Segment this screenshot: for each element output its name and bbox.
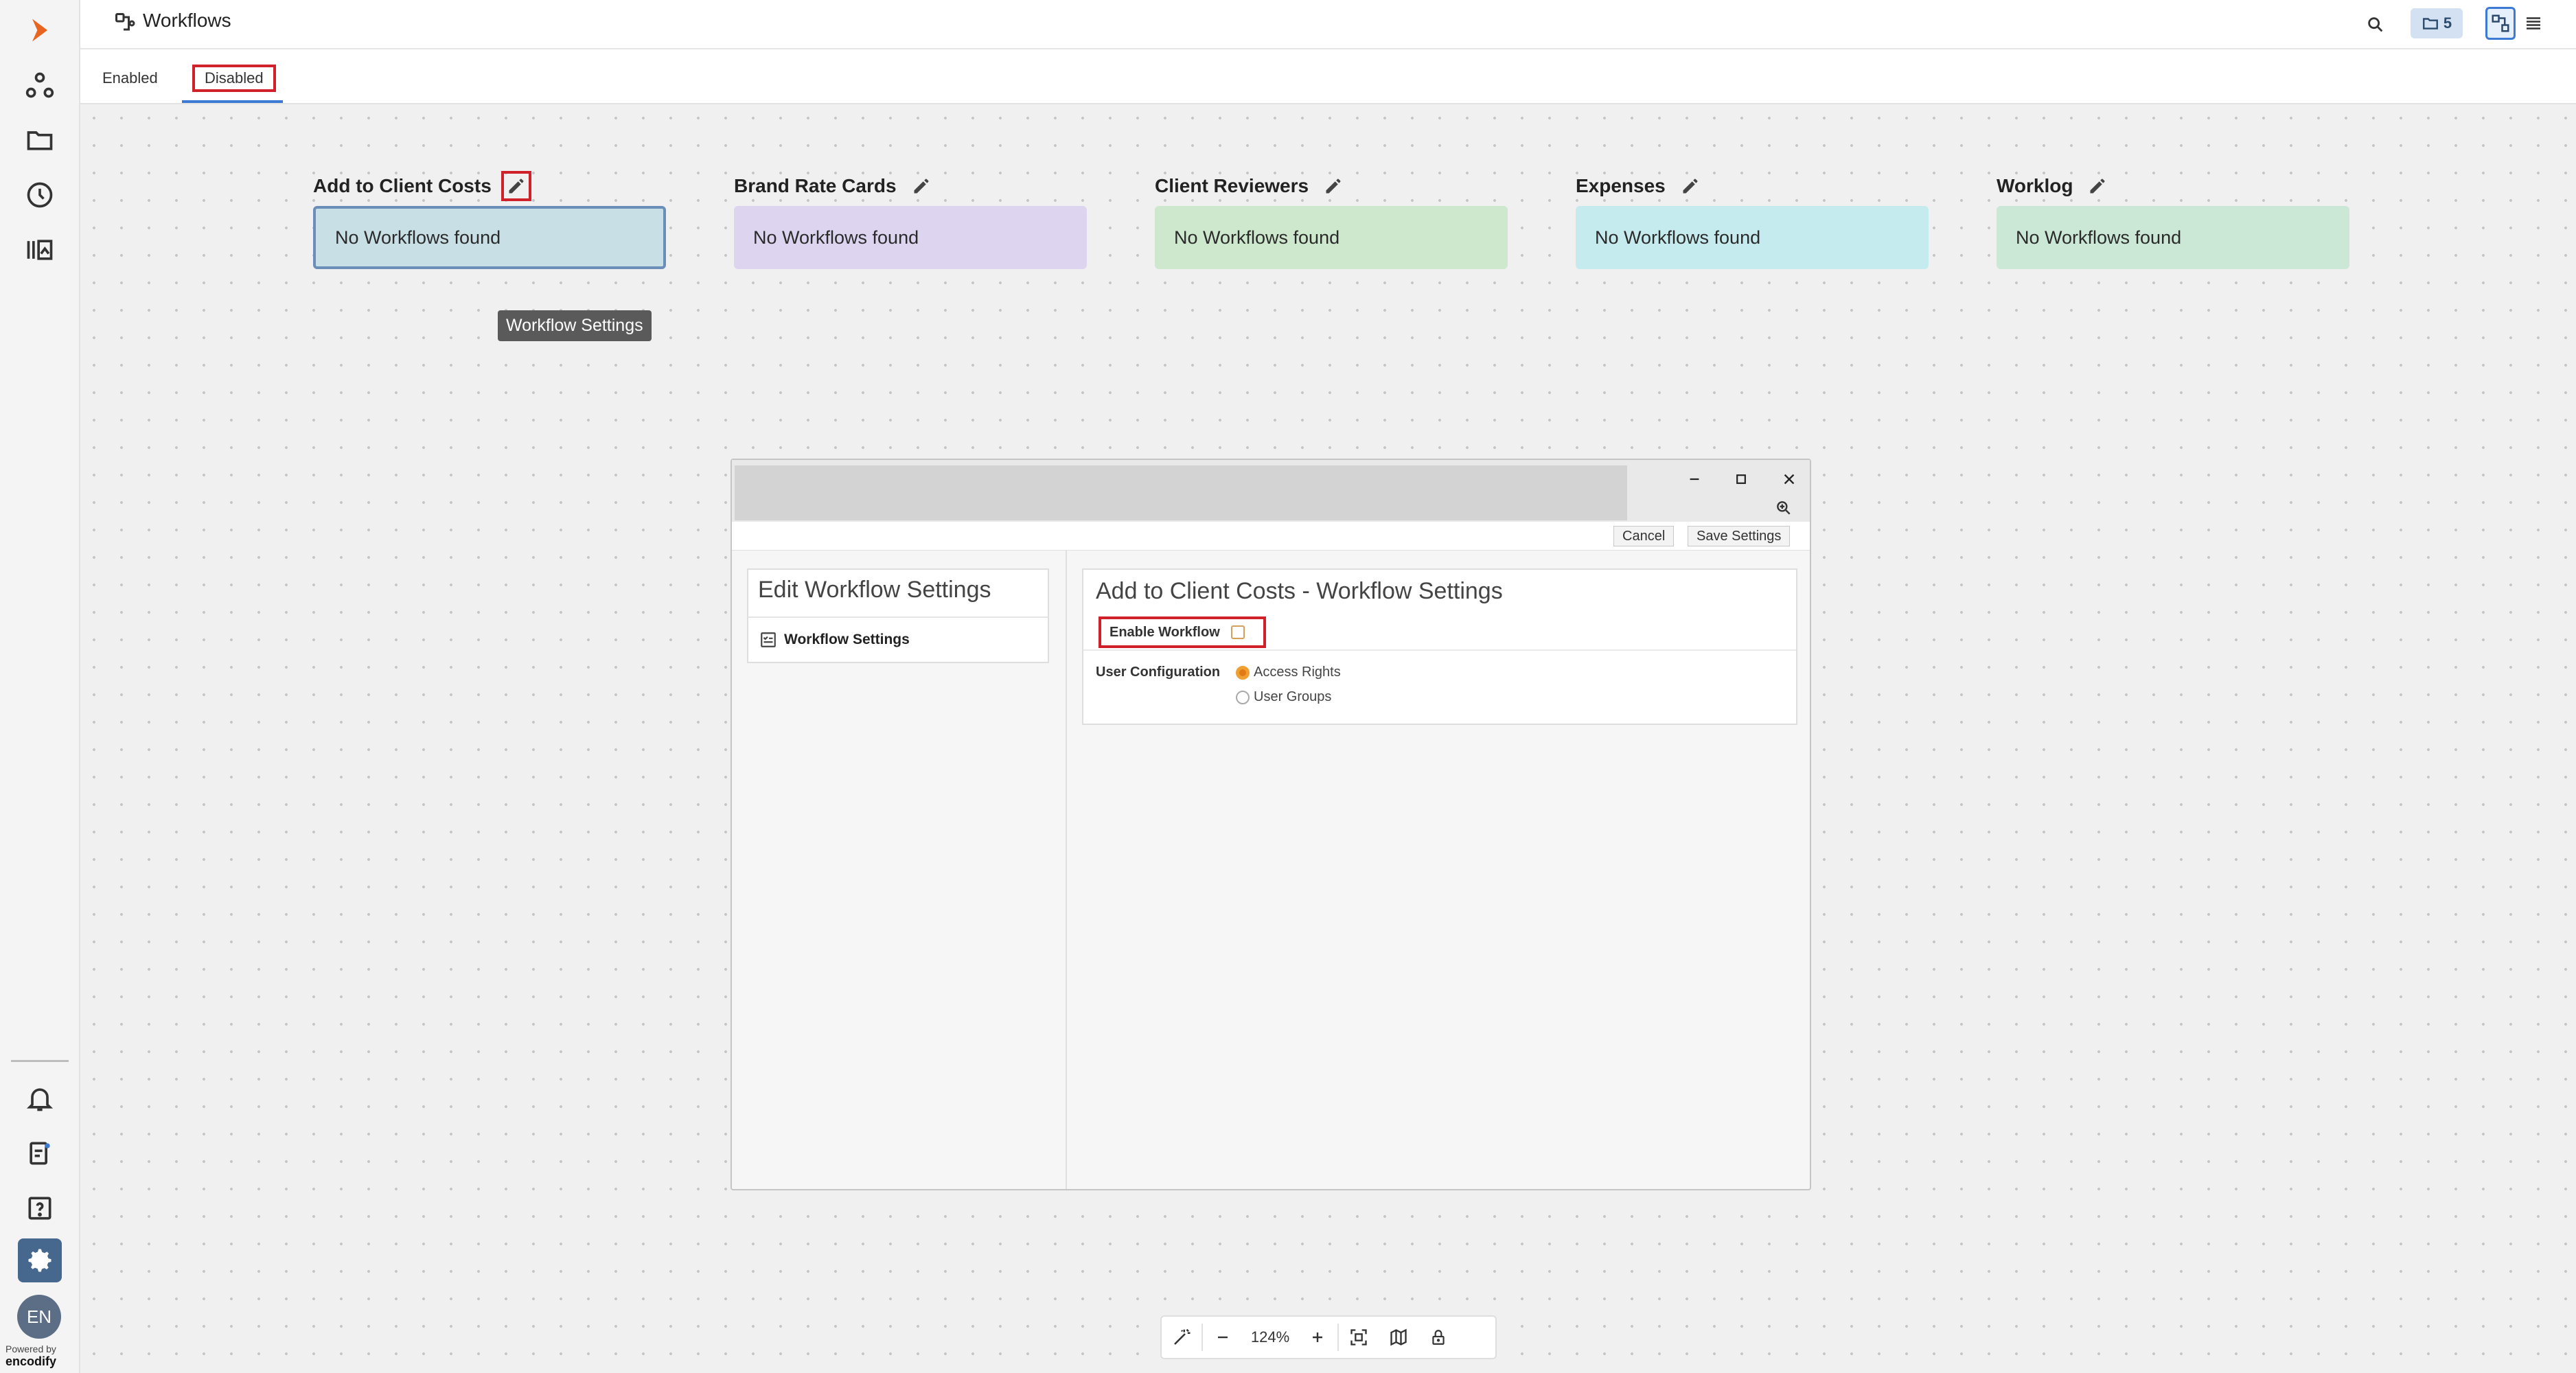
active-tab-indicator — [182, 100, 283, 103]
logo-icon[interactable] — [18, 8, 62, 52]
history-icon[interactable] — [18, 173, 62, 217]
diagram-view-button[interactable] — [2485, 7, 2516, 40]
library-icon[interactable] — [18, 228, 62, 272]
powered-by: Powered by encodify — [5, 1343, 56, 1368]
column-add-to-client-costs: Add to Client Costs No Workflows found — [313, 169, 666, 269]
zoom-level: 124% — [1250, 1328, 1290, 1346]
powered-by-label: Powered by — [5, 1343, 56, 1354]
cancel-button[interactable]: Cancel — [1613, 526, 1675, 546]
folder-count: 5 — [2443, 14, 2452, 32]
settings-nav-item-label: Workflow Settings — [784, 632, 910, 647]
list-icon — [2527, 17, 2540, 30]
dialog-title-area — [735, 465, 1627, 520]
option-label: User Groups — [1254, 689, 1332, 704]
column-title: Add to Client Costs — [313, 175, 492, 196]
fit-screen-icon[interactable] — [1339, 1317, 1379, 1358]
workflow-settings-dialog: Cancel Save Settings Edit Workflow Setti… — [731, 459, 1811, 1190]
workflow-drop-zone[interactable]: No Workflows found — [1576, 206, 1929, 269]
settings-nav-item[interactable]: Workflow Settings — [748, 616, 1048, 662]
dialog-left-pane: Edit Workflow Settings Workflow Settings — [732, 551, 1067, 1189]
enable-workflow-label: Enable Workflow — [1109, 624, 1220, 640]
workflow-settings-panel: Add to Client Costs - Workflow Settings … — [1082, 568, 1797, 725]
enable-workflow-checkbox[interactable] — [1230, 625, 1245, 639]
column-brand-rate-cards: Brand Rate Cards No Workflows found — [734, 169, 1087, 269]
column-title: Brand Rate Cards — [734, 175, 897, 196]
maximize-icon[interactable] — [1726, 465, 1756, 493]
list-view-button[interactable] — [2518, 7, 2549, 40]
zoom-in-icon[interactable] — [1298, 1317, 1337, 1358]
language-avatar[interactable]: EN — [17, 1295, 61, 1339]
help-icon[interactable] — [18, 1186, 62, 1230]
view-toggle — [2485, 7, 2549, 40]
left-nav-rail: EN Powered by encodify — [0, 0, 80, 1373]
zoom-in-icon[interactable] — [1771, 496, 1796, 520]
tab-bar: Enabled Disabled — [80, 49, 2576, 104]
bell-icon[interactable] — [18, 1076, 62, 1120]
pencil-icon[interactable] — [906, 171, 936, 201]
zoom-out-icon[interactable] — [1203, 1317, 1243, 1358]
column-title: Expenses — [1576, 175, 1666, 196]
pencil-icon[interactable] — [501, 171, 531, 201]
divider — [1083, 649, 1796, 651]
pencil-icon[interactable] — [1675, 171, 1705, 201]
page-title: Workflows — [143, 10, 231, 31]
settings-panel-title: Add to Client Costs - Workflow Settings — [1096, 578, 1503, 604]
radio-user-groups[interactable] — [1236, 690, 1250, 704]
minimize-icon[interactable] — [1679, 465, 1710, 493]
canvas-zoom-toolbar: 124% — [1160, 1315, 1497, 1359]
column-title: Client Reviewers — [1155, 175, 1309, 196]
rail-divider — [11, 1060, 69, 1062]
option-label: Access Rights — [1254, 665, 1341, 680]
checklist-icon — [761, 632, 776, 647]
network-icon[interactable] — [18, 63, 62, 107]
user-configuration-label: User Configuration — [1096, 665, 1221, 680]
magic-wand-icon[interactable] — [1162, 1317, 1201, 1358]
tooltip: Workflow Settings — [498, 310, 652, 341]
workflow-drop-zone[interactable]: No Workflows found — [313, 206, 666, 269]
dialog-titlebar[interactable] — [732, 460, 1810, 522]
brand-name: encodify — [5, 1354, 57, 1368]
close-icon[interactable] — [1774, 465, 1804, 493]
settings-nav-title: Edit Workflow Settings — [758, 577, 991, 603]
radio-access-rights[interactable] — [1236, 665, 1250, 680]
tab-enabled[interactable]: Enabled — [102, 65, 158, 92]
pencil-icon[interactable] — [2082, 171, 2113, 201]
option-user-groups[interactable]: User Groups — [1236, 689, 1331, 705]
search-icon[interactable] — [2360, 10, 2391, 40]
folder-count-button[interactable]: 5 — [2411, 8, 2463, 38]
diagram-icon — [2492, 14, 2509, 32]
folder-icon[interactable] — [18, 118, 62, 162]
task-icon[interactable] — [18, 1131, 62, 1175]
column-worklog: Worklog No Workflows found — [1997, 169, 2349, 269]
settings-nav-panel: Edit Workflow Settings Workflow Settings — [747, 568, 1049, 663]
column-title: Worklog — [1997, 175, 2073, 196]
folder-icon — [2422, 18, 2438, 30]
workflow-drop-zone[interactable]: No Workflows found — [1155, 206, 1508, 269]
map-icon[interactable] — [1379, 1317, 1418, 1358]
pencil-icon[interactable] — [1318, 171, 1348, 201]
column-expenses: Expenses No Workflows found — [1576, 169, 1929, 269]
workflow-drop-zone[interactable]: No Workflows found — [1997, 206, 2349, 269]
save-settings-button[interactable]: Save Settings — [1688, 526, 1791, 546]
option-access-rights[interactable]: Access Rights — [1236, 665, 1341, 680]
tab-disabled[interactable]: Disabled — [192, 65, 276, 92]
workflow-drop-zone[interactable]: No Workflows found — [734, 206, 1087, 269]
column-client-reviewers: Client Reviewers No Workflows found — [1155, 169, 1508, 269]
gear-icon[interactable] — [18, 1238, 62, 1282]
lock-icon[interactable] — [1418, 1317, 1458, 1358]
enable-workflow-row: Enable Workflow — [1099, 616, 1266, 648]
workflow-icon — [115, 13, 135, 31]
top-bar: Workflows 5 — [80, 0, 2576, 49]
